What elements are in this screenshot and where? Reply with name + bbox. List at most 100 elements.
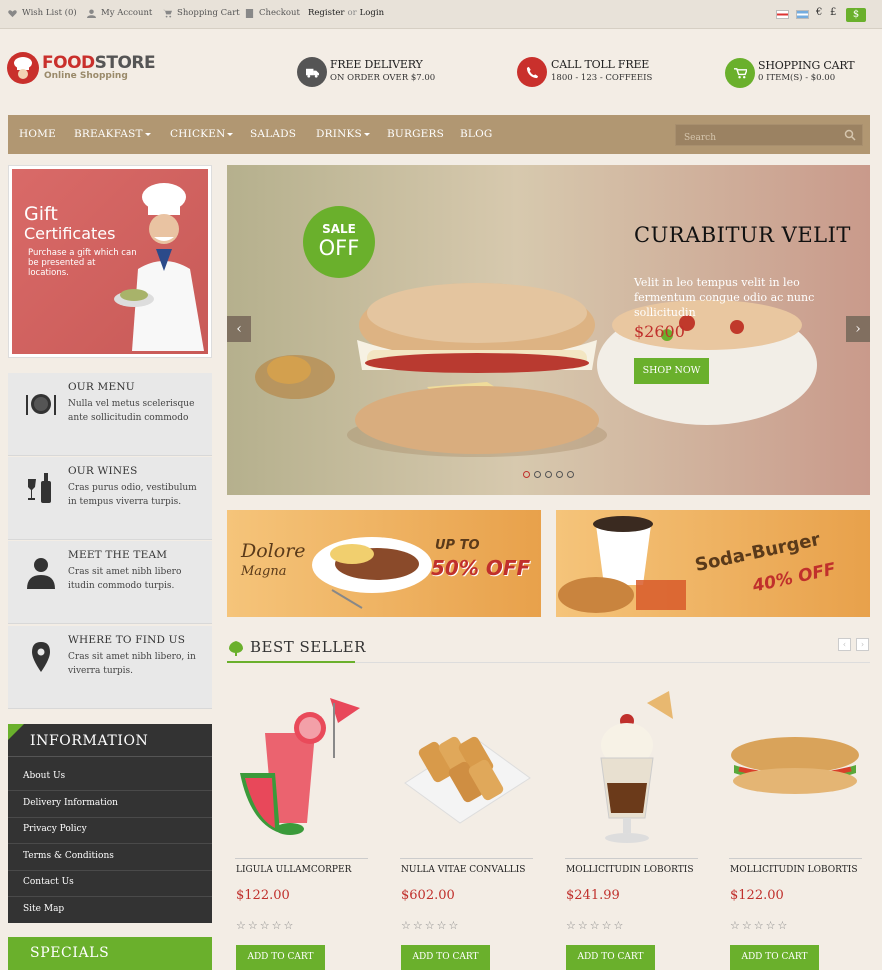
nav-drinks-label: DRINKS <box>316 128 362 140</box>
flag-argentina-icon[interactable] <box>796 10 809 19</box>
off-text: OFF <box>318 236 360 260</box>
nav-salads[interactable]: SALADS <box>250 128 296 140</box>
wishlist-link[interactable]: Wish List (0) <box>8 8 77 18</box>
nav-blog[interactable]: BLOG <box>460 128 493 140</box>
slide-price: $2600 <box>634 322 685 341</box>
shopping-cart-icon[interactable] <box>725 58 755 88</box>
cart-link[interactable]: Shopping Cart <box>163 8 240 18</box>
logo-chef-icon[interactable] <box>7 52 39 84</box>
divider <box>8 896 212 897</box>
product-image-chicken[interactable] <box>400 683 533 848</box>
nav-burgers[interactable]: BURGERS <box>387 128 444 140</box>
nav-breakfast[interactable]: BREAKFAST <box>74 128 151 140</box>
feature-desc: Cras sit amet nibh libero itudin commodo… <box>68 567 182 591</box>
product-image-sandwich[interactable] <box>729 683 862 848</box>
nav-drinks[interactable]: DRINKS <box>316 128 370 140</box>
slider-dot[interactable] <box>545 471 552 478</box>
add-to-cart-button[interactable]: ADD TO CART <box>730 945 819 970</box>
search-icon[interactable] <box>844 129 856 141</box>
product-name[interactable]: MOLLICITUDIN LOBORTIS <box>566 865 694 875</box>
product-divider <box>235 858 368 859</box>
divider <box>8 817 212 818</box>
cart-summary[interactable]: 0 ITEM(S) - $0.00 <box>758 73 835 83</box>
sale-text: SALE <box>322 222 356 236</box>
info-link-about[interactable]: About Us <box>23 771 65 781</box>
info-link-privacy[interactable]: Privacy Policy <box>23 824 87 834</box>
gift-title-line2: Certificates <box>24 224 116 243</box>
info-link-terms[interactable]: Terms & Conditions <box>23 851 114 861</box>
product-image-sundae[interactable] <box>565 683 698 848</box>
feature-meet-team[interactable]: MEET THE TEAM Cras sit amet nibh libero … <box>8 541 212 624</box>
feature-title: OUR MENU <box>68 381 135 393</box>
carousel-prev-icon[interactable]: ‹ <box>838 638 851 651</box>
product-rating-stars: ☆☆☆☆☆ <box>401 919 461 932</box>
add-to-cart-button[interactable]: ADD TO CART <box>236 945 325 970</box>
search-box <box>675 124 863 148</box>
delivery-title: FREE DELIVERY <box>330 58 423 71</box>
nav-chicken[interactable]: CHICKEN <box>170 128 234 140</box>
wine-bottle-icon <box>28 473 51 503</box>
or-text: or <box>347 8 357 18</box>
slider-dot[interactable] <box>523 471 530 478</box>
slider-dot[interactable] <box>534 471 541 478</box>
divider <box>8 790 212 791</box>
promo-banner-soda-burger[interactable]: Soda-Burger 40% OFF <box>556 510 870 617</box>
product-card: MOLLICITUDIN LOBORTIS $122.00 ☆☆☆☆☆ ADD … <box>729 683 862 970</box>
info-link-delivery[interactable]: Delivery Information <box>23 798 118 808</box>
add-to-cart-button[interactable]: ADD TO CART <box>566 945 655 970</box>
product-card: MOLLICITUDIN LOBORTIS $241.99 ☆☆☆☆☆ ADD … <box>565 683 698 970</box>
info-link-sitemap[interactable]: Site Map <box>23 904 64 914</box>
product-divider <box>729 858 862 859</box>
add-to-cart-button[interactable]: ADD TO CART <box>401 945 490 970</box>
carousel-next-icon[interactable]: › <box>856 638 869 651</box>
account-link[interactable]: My Account <box>87 8 152 18</box>
product-image-drink[interactable] <box>235 683 368 848</box>
currency-pound[interactable]: £ <box>830 7 836 18</box>
promo-banner-dolore[interactable]: Dolore Magna UP TO 50% OFF <box>227 510 541 617</box>
feature-desc: Nulla vel metus scelerisque ante sollici… <box>68 399 195 423</box>
product-divider <box>565 858 698 859</box>
account-label: My Account <box>101 8 153 18</box>
flag-english-icon[interactable] <box>776 10 789 19</box>
login-link[interactable]: Login <box>360 8 384 18</box>
hero-slider[interactable]: SALE OFF CURABITUR VELIT Velit in leo te… <box>227 165 870 495</box>
product-name[interactable]: MOLLICITUDIN LOBORTIS <box>730 865 858 875</box>
info-link-contact[interactable]: Contact Us <box>23 877 74 887</box>
call-subtitle: 1800 - 123 - COFFEEIS <box>551 73 653 83</box>
checkout-link[interactable]: Checkout <box>245 8 300 18</box>
logo-part2: STORE <box>94 53 156 73</box>
slider-dot[interactable] <box>556 471 563 478</box>
logo-part1: FOOD <box>42 53 95 73</box>
divider <box>8 870 212 871</box>
caret-down-icon <box>227 132 234 136</box>
chef-image <box>114 183 204 351</box>
slider-prev-arrow-icon[interactable]: ‹ <box>227 316 251 342</box>
currency-dollar[interactable]: $ <box>846 8 866 22</box>
nav-home[interactable]: HOME <box>19 128 56 140</box>
feature-title: WHERE TO FIND US <box>68 634 186 646</box>
cart-title[interactable]: SHOPPING CART <box>758 59 855 72</box>
product-name[interactable]: NULLA VITAE CONVALLIS <box>401 865 525 875</box>
cart-label: Shopping Cart <box>177 8 240 18</box>
register-link[interactable]: Register <box>308 8 344 18</box>
slider-dot[interactable] <box>567 471 574 478</box>
product-price: $602.00 <box>401 888 455 903</box>
currency-euro[interactable]: € <box>816 7 822 18</box>
truck-icon <box>297 57 327 87</box>
information-header: INFORMATION <box>8 724 212 757</box>
top-bar: Wish List (0) My Account Shopping Cart C… <box>0 0 882 29</box>
shop-now-button[interactable]: SHOP NOW <box>634 358 709 384</box>
product-price: $241.99 <box>566 888 620 903</box>
feature-find-us[interactable]: WHERE TO FIND US Cras sit amet nibh libe… <box>8 626 212 709</box>
logo-text[interactable]: FOODSTORE <box>42 53 156 73</box>
slider-next-arrow-icon[interactable]: › <box>846 316 870 342</box>
feature-our-wines[interactable]: OUR WINES Cras purus odio, vestibulum in… <box>8 457 212 540</box>
nav-blog-label: BLOG <box>460 128 493 140</box>
specials-panel: SPECIALS <box>8 937 212 970</box>
feature-our-menu[interactable]: OUR MENU Nulla vel metus scelerisque ant… <box>8 373 212 456</box>
gift-certificates-banner[interactable]: Gift Certificates Purchase a gift which c… <box>8 165 212 358</box>
search-input[interactable] <box>676 128 836 148</box>
product-card: LIGULA ULLAMCORPER $122.00 ☆☆☆☆☆ ADD TO … <box>235 683 368 970</box>
product-name[interactable]: LIGULA ULLAMCORPER <box>236 865 351 875</box>
information-title: INFORMATION <box>30 733 149 749</box>
